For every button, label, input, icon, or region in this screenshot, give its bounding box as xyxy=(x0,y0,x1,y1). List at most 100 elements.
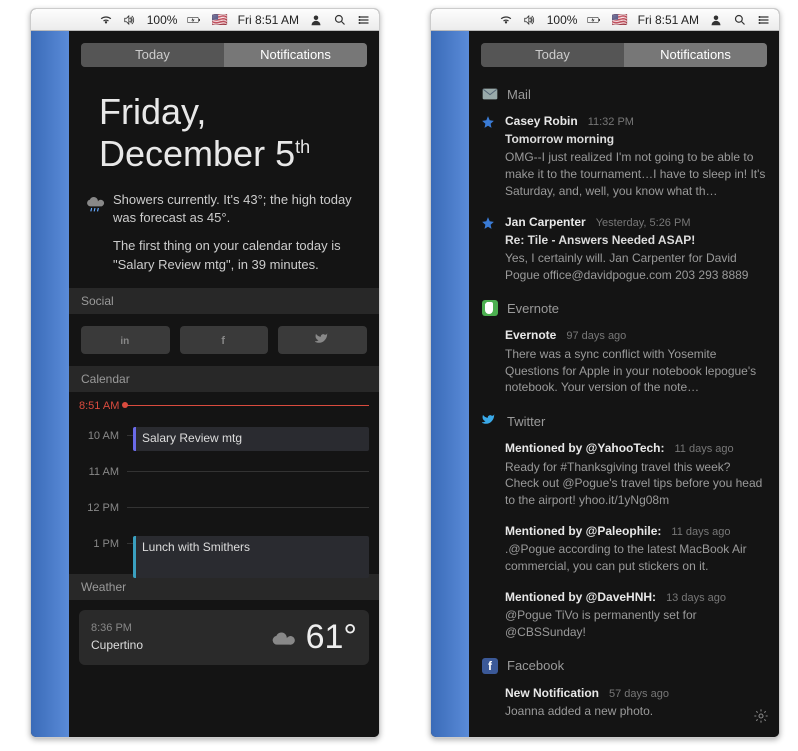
notification-item[interactable]: Mentioned by @YahooTech: 11 days ago Ready… xyxy=(469,434,779,517)
wifi-icon[interactable] xyxy=(499,14,513,26)
calendar-now-indicator: 8:51 AM xyxy=(79,400,369,412)
notification-item[interactable]: Mentioned by @Paleophile:11 days ago.@Po… xyxy=(469,517,779,583)
hour-label: 12 PM xyxy=(79,502,127,514)
user-icon[interactable] xyxy=(709,14,723,26)
group-name: Evernote xyxy=(507,301,559,316)
spotlight-search-icon[interactable] xyxy=(733,14,747,26)
notif-from: Casey Robin xyxy=(505,114,578,128)
calendar-event[interactable]: Salary Review mtg xyxy=(133,427,369,451)
notification-item[interactable]: Evernote97 days agoThere was a sync conf… xyxy=(469,321,779,404)
date-suffix: th xyxy=(295,137,310,157)
volume-icon[interactable] xyxy=(123,14,137,26)
svg-text:in: in xyxy=(121,336,130,347)
weather-card[interactable]: 8:36 PM Cupertino 61° xyxy=(79,610,369,665)
notification-item[interactable]: Jan Carpenter Yesterday, 5:26 PM Re: Tile … xyxy=(469,208,779,292)
shower-icon xyxy=(85,193,107,218)
flag-icon[interactable]: 🇺🇸 xyxy=(211,12,227,28)
user-icon[interactable] xyxy=(309,14,323,26)
hour-label: 10 AM xyxy=(79,430,127,442)
menubar: 100% 🇺🇸 Fri 8:51 AM xyxy=(31,9,379,31)
battery-charging-icon[interactable] xyxy=(587,14,601,26)
group-name: Mail xyxy=(507,87,531,102)
weather-city: Cupertino xyxy=(91,637,143,654)
notif-from: Mentioned by @YahooTech: xyxy=(505,441,665,455)
notif-body: .@Pogue according to the latest MacBook … xyxy=(505,541,767,575)
hour-label: 11 AM xyxy=(79,466,127,478)
settings-gear-icon[interactable] xyxy=(753,708,769,729)
notification-group-header: Twitter xyxy=(469,404,779,434)
star-icon xyxy=(481,115,501,200)
section-social: Social xyxy=(69,288,379,314)
weather-text: Showers currently. It's 43°; the high to… xyxy=(113,191,363,227)
tab-notifications[interactable]: Notifications xyxy=(224,43,367,67)
notif-time: 57 days ago xyxy=(609,688,669,700)
notif-body: Yes, I certainly will. Jan Carpenter for… xyxy=(505,250,767,284)
notif-time: 13 days ago xyxy=(666,592,726,604)
hour-label: 1 PM xyxy=(79,538,127,550)
notification-item[interactable]: Mentioned by @DaveHNH: 13 days ago @Pogue … xyxy=(469,583,779,649)
notif-body: Ready for #Thanksgiving travel this week… xyxy=(505,459,767,509)
flag-icon[interactable]: 🇺🇸 xyxy=(611,12,627,28)
calendar-event[interactable]: Lunch with Smithers xyxy=(133,536,369,578)
evernote-icon xyxy=(481,299,499,317)
spotlight-search-icon[interactable] xyxy=(333,14,347,26)
star-icon xyxy=(481,216,501,284)
mail-icon xyxy=(481,85,499,103)
notification-center-icon[interactable] xyxy=(757,14,771,26)
facebook-button[interactable]: f xyxy=(180,326,269,354)
wifi-icon[interactable] xyxy=(99,14,113,26)
battery-percent[interactable]: 100% xyxy=(147,13,178,27)
weather-summary: Showers currently. It's 43°; the high to… xyxy=(85,191,363,227)
notif-time: Yesterday, 5:26 PM xyxy=(596,217,691,229)
weather-temp: 61° xyxy=(306,618,357,657)
notif-time: 11 days ago xyxy=(675,443,734,455)
desktop-edge xyxy=(431,31,469,737)
notif-from: New Notification xyxy=(505,686,599,700)
calendar-widget[interactable]: 8:51 AM 10 AM 11 AM 12 PM 1 PM Salary Re… xyxy=(69,392,379,574)
notifications-list: Mail Casey Robin 11:32 PM Tomorrow morningO… xyxy=(469,77,779,728)
date-month-day: December 5 xyxy=(99,133,295,174)
group-name: Twitter xyxy=(507,414,545,429)
tab-today[interactable]: Today xyxy=(81,43,224,67)
twitter-button[interactable] xyxy=(278,326,367,354)
notification-group-header: Evernote xyxy=(469,291,779,321)
date-weekday: Friday, xyxy=(99,91,359,133)
group-name: Facebook xyxy=(507,658,564,673)
notification-center-today: 100% 🇺🇸 Fri 8:51 AM Today Notifications … xyxy=(30,8,380,738)
calendar-summary: The first thing on your calendar today i… xyxy=(113,237,359,273)
notif-body: Joanna added a new photo. xyxy=(505,703,767,720)
date-heading: Friday, December 5th xyxy=(99,91,359,175)
today-notifications-tabs: Today Notifications xyxy=(481,43,767,67)
tab-today[interactable]: Today xyxy=(481,43,624,67)
notif-from: Mentioned by @Paleophile: xyxy=(505,524,661,538)
today-notifications-tabs: Today Notifications xyxy=(81,43,367,67)
notif-subject: Re: Tile - Answers Needed ASAP! xyxy=(505,232,767,249)
twitter-icon xyxy=(481,412,499,430)
menubar: 100% 🇺🇸 Fri 8:51 AM xyxy=(431,9,779,31)
social-buttons: in f xyxy=(69,314,379,366)
facebook-icon: f xyxy=(481,657,499,675)
notif-body: OMG--I just realized I'm not going to be… xyxy=(505,149,767,199)
notif-time: 97 days ago xyxy=(566,330,626,342)
notification-item[interactable]: New Notification 57 days ago Joanna added … xyxy=(469,679,779,728)
menubar-clock[interactable]: Fri 8:51 AM xyxy=(238,13,299,27)
desktop-edge xyxy=(31,31,69,737)
notification-item[interactable]: Casey Robin 11:32 PM Tomorrow morningOMG--… xyxy=(469,107,779,208)
notif-from: Jan Carpenter xyxy=(505,215,586,229)
volume-icon[interactable] xyxy=(523,14,537,26)
notif-from: Mentioned by @DaveHNH: xyxy=(505,590,656,604)
notification-center-notifications: 100% 🇺🇸 Fri 8:51 AM Today Notifications … xyxy=(430,8,780,738)
battery-percent[interactable]: 100% xyxy=(547,13,578,27)
notif-body: @Pogue TiVo is permanently set for @CBSS… xyxy=(505,607,767,641)
menubar-clock[interactable]: Fri 8:51 AM xyxy=(638,13,699,27)
now-time: 8:51 AM xyxy=(79,400,119,412)
notif-time: 11:32 PM xyxy=(588,116,634,128)
notification-group-header: f Facebook xyxy=(469,649,779,679)
section-calendar: Calendar xyxy=(69,366,379,392)
tab-notifications[interactable]: Notifications xyxy=(624,43,767,67)
notification-center-icon[interactable] xyxy=(357,14,371,26)
linkedin-button[interactable]: in xyxy=(81,326,170,354)
battery-charging-icon[interactable] xyxy=(187,14,201,26)
svg-text:f: f xyxy=(221,335,225,347)
notif-subject: Tomorrow morning xyxy=(505,131,767,148)
